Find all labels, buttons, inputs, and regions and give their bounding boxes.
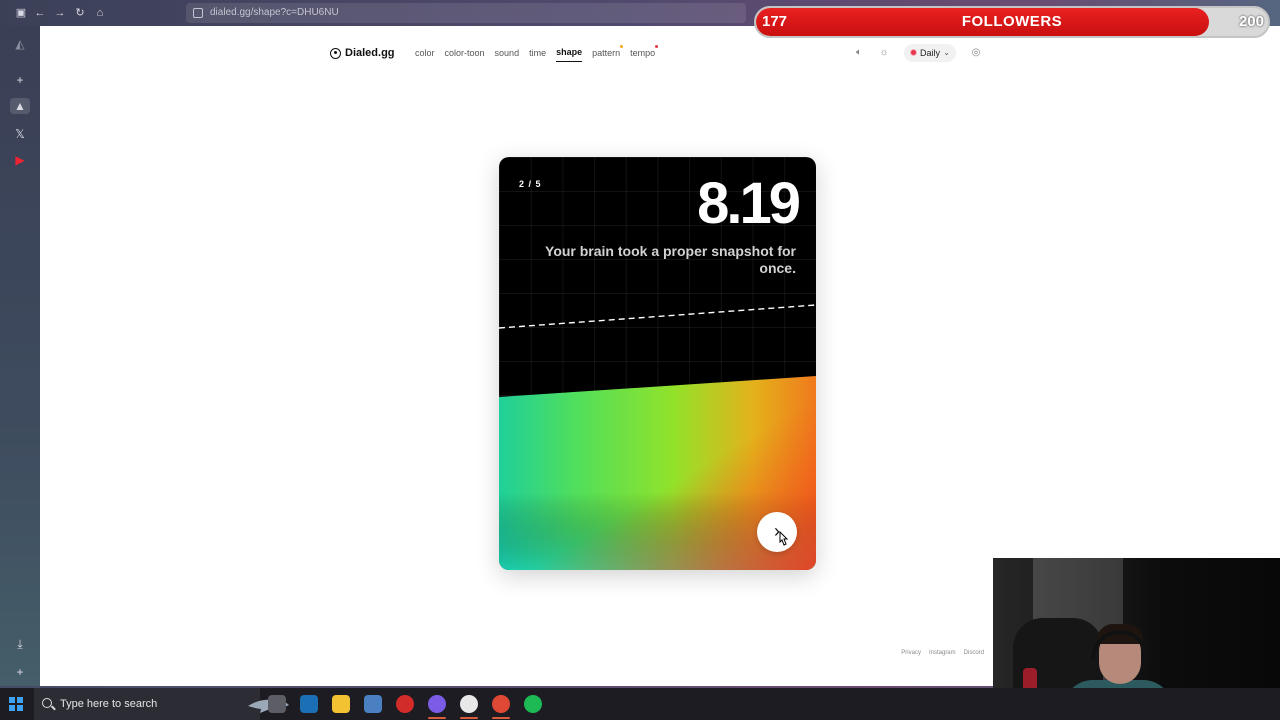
add-panel-icon[interactable]: + [12,72,28,88]
running-app-indicator [428,717,446,719]
folder-icon[interactable] [332,695,350,713]
app-icon[interactable]: ◭ [12,36,28,52]
running-app-indicator [460,717,478,719]
add-icon[interactable]: + [12,664,28,680]
sun-icon[interactable]: ☼ [877,46,891,60]
home-icon[interactable]: ⌂ [92,5,108,21]
file-explorer-icon[interactable] [268,695,286,713]
guess-line-dashed [499,304,816,329]
calculator-icon[interactable] [364,695,382,713]
address-bar-url: dialed.gg/shape?c=DHU6NU [210,7,339,18]
obs-icon[interactable] [460,695,478,713]
mouse-cursor-icon [779,531,789,546]
nav-link-label: color-toon [444,48,485,58]
nav-link-time[interactable]: time [529,44,546,62]
logo-text: Dialed.gg [345,47,395,59]
chrome-icon[interactable] [492,695,510,713]
sidebar-toggle-icon[interactable]: ▣ [13,5,29,21]
site-header: Dialed.gg color color-toon sound time shape p… [330,44,990,62]
taskbar-search-placeholder: Type here to search [60,698,158,710]
forward-icon[interactable]: → [52,5,68,21]
search-icon [42,698,52,708]
windows-start-icon[interactable] [9,697,23,711]
nav-link-label: sound [494,48,520,58]
nav-link-label: pattern [592,48,621,58]
taskbar-search[interactable]: Type here to search [34,688,289,720]
footer-links: Privacy Instagram Discord [901,650,984,656]
nav-link-color[interactable]: color [415,44,435,62]
back-icon[interactable]: ← [32,5,48,21]
dial-logo-icon [330,47,341,59]
speaker-icon[interactable]: 🔈︎ [852,46,866,60]
nav-link-sound[interactable]: sound [495,44,520,62]
footer-link-discord[interactable]: Discord [964,650,984,656]
nav-link-shape[interactable]: shape [556,44,583,62]
nav-link-label: time [529,48,547,58]
score-message: Your brain took a proper snapshot for on… [545,243,796,276]
spotify-icon[interactable] [524,695,542,713]
reload-icon[interactable]: ↻ [72,5,88,21]
nav-link-tempo[interactable]: tempo [630,44,659,62]
follower-goal-target: 200 [1238,13,1264,30]
nav-link-label: shape [556,47,583,57]
opera-icon[interactable] [396,695,414,713]
steam-icon[interactable] [300,695,318,713]
round-progress: 2 / 5 [519,179,542,189]
header-tools: 🔈︎ ☼ Daily ⌄ ◎ [852,44,990,62]
main-nav: color color-toon sound time shape pattern temp… [415,44,665,62]
nav-link-color-toon[interactable]: color-toon [445,44,485,62]
download-icon[interactable]: ⤓ [12,636,28,652]
workspace-icon[interactable]: ▲ [10,98,30,114]
mode-select-label: Daily [920,48,941,58]
new-indicator-dot [655,45,659,48]
follower-count: 177 [762,13,788,30]
result-card: 2 / 5 8.19 Your brain took a proper snap… [499,157,816,570]
nav-link-pattern[interactable]: pattern [592,44,624,62]
nav-link-label: color [415,48,435,58]
mode-select[interactable]: Daily ⌄ [904,44,956,62]
site-info-icon[interactable] [193,8,203,18]
x-twitter-icon[interactable]: 𝕏 [12,126,28,142]
taskbar: Type here to search [0,688,1280,720]
daily-indicator-dot [910,49,917,56]
user-icon[interactable]: ◎ [969,46,983,60]
chevron-down-icon: ⌄ [943,48,950,57]
round-score: 8.19 [697,171,801,236]
site-logo[interactable]: Dialed.gg [330,44,395,62]
footer-link-privacy[interactable]: Privacy [901,650,921,656]
footer-link-instagram[interactable]: Instagram [929,650,956,656]
address-bar[interactable]: dialed.gg/shape?c=DHU6NU [186,3,746,23]
nav-link-label: tempo [630,48,656,58]
browser-sidebar: ◭ + ▲ 𝕏 ▶ ⤓ + [0,26,40,686]
follower-goal-label: FOLLOWERS [961,13,1063,30]
new-indicator-dot [620,45,624,48]
follower-goal-bar: FOLLOWERS 177 200 [754,6,1270,38]
youtube-icon[interactable]: ▶ [12,152,28,168]
running-app-indicator [492,717,510,719]
discord-icon[interactable] [428,695,446,713]
